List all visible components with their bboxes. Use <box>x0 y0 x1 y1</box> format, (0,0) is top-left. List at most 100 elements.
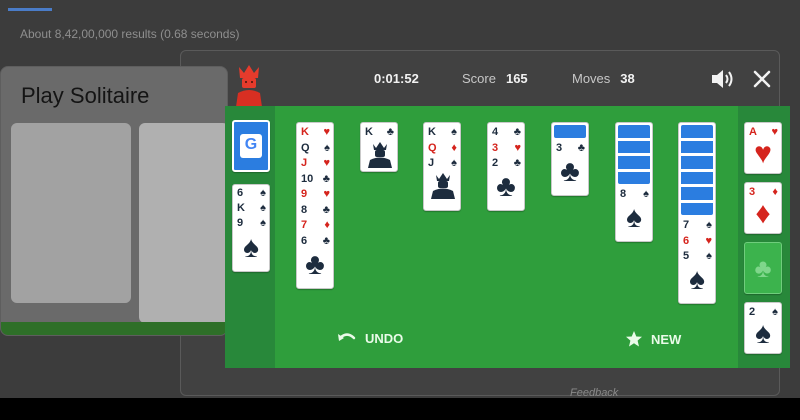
clubs-placeholder-icon: ♣ <box>754 253 772 283</box>
foundation-diamonds[interactable]: 3 ♦ ♦ <box>744 182 782 234</box>
card-divider <box>618 153 650 156</box>
undo-label: UNDO <box>365 330 404 346</box>
score-value: 165 <box>505 71 528 86</box>
clubs-suit-icon: ♣ <box>513 126 521 138</box>
facedown-cards <box>618 125 650 184</box>
spades-suit-icon: ♠ <box>643 188 649 200</box>
search-card-felt <box>1 322 227 335</box>
sound-toggle-icon[interactable] <box>709 66 735 92</box>
card-rank: 6 <box>237 187 244 199</box>
card-rank: 6 <box>683 234 690 247</box>
card-rank: 4 <box>492 126 499 138</box>
search-card-title: Play Solitaire <box>21 83 150 108</box>
card-illustration <box>11 123 131 303</box>
card-rank: 3 <box>749 186 756 198</box>
tableau-column-2[interactable]: K ♣ <box>360 122 398 172</box>
card-divider <box>681 153 713 156</box>
card-rank: 3 <box>492 141 499 154</box>
score-display: Score 165 <box>462 71 528 86</box>
clubs-suit-icon: ♣ <box>577 141 585 154</box>
card-illustration <box>139 123 227 323</box>
undo-button[interactable]: UNDO <box>337 330 403 346</box>
hearts-suit-icon: ♥ <box>323 188 330 200</box>
spades-suit-icon: ♠ <box>260 202 266 214</box>
close-icon[interactable] <box>749 66 775 92</box>
facedown-cards <box>681 125 713 215</box>
google-logo-icon: G <box>244 136 258 153</box>
jack-figure-icon <box>431 173 455 199</box>
tableau-column-4[interactable]: 4 ♣ 3 ♥ 2 ♣ ♣ <box>487 122 525 211</box>
spades-suit-icon: ♠ <box>260 187 266 199</box>
stock-pile[interactable]: G <box>232 120 270 172</box>
card-rank: 9 <box>301 188 308 200</box>
card-rank: K <box>237 202 245 214</box>
card-rank: 9 <box>237 217 244 229</box>
active-tab-underline <box>8 8 52 11</box>
spades-suit-icon: ♠ <box>324 141 330 154</box>
taskbar <box>0 398 800 420</box>
tableau-column-7[interactable]: 7 ♠ 6 ♥ 5 ♠ ♠ <box>678 122 716 304</box>
tableau-column-5[interactable]: 3 ♣ ♣ <box>551 122 589 196</box>
spades-icon: ♠ <box>689 263 705 296</box>
star-icon <box>626 331 642 347</box>
card-rank: Q <box>428 141 437 154</box>
diamonds-icon: ♦ <box>755 197 771 230</box>
spades-icon: ♠ <box>755 317 771 350</box>
card-divider <box>681 137 713 141</box>
card-divider <box>618 168 650 172</box>
tableau-column-3[interactable]: K ♠ Q ♦ J ♠ <box>423 122 461 211</box>
hearts-suit-icon: ♥ <box>705 234 712 247</box>
hearts-icon: ♥ <box>754 137 772 170</box>
card-rank: 7 <box>683 219 690 231</box>
spades-suit-icon: ♠ <box>260 217 266 229</box>
results-stats: About 8,42,00,000 results (0.68 seconds) <box>20 27 240 41</box>
clubs-suit-icon: ♣ <box>322 234 330 247</box>
score-label: Score <box>462 71 496 86</box>
clubs-suit-icon: ♣ <box>386 126 394 138</box>
spades-suit-icon: ♠ <box>451 126 457 138</box>
hearts-suit-icon: ♥ <box>514 141 521 154</box>
clubs-suit-icon: ♣ <box>322 172 330 185</box>
card-rank: 8 <box>301 203 308 216</box>
tableau-column-1[interactable]: K ♥ Q ♠ J ♥ 10 ♣ 9 ♥ 8 ♣ 7 ♦ 6 ♣ ♣ <box>296 122 334 289</box>
tableau-column-6[interactable]: 8 ♠ ♠ <box>615 122 653 242</box>
card-divider <box>618 137 650 141</box>
clubs-suit-icon: ♣ <box>513 157 521 169</box>
moves-display: Moves 38 <box>572 71 635 86</box>
facedown-cards <box>554 125 586 138</box>
clubs-icon: ♣ <box>496 170 516 203</box>
spades-suit-icon: ♠ <box>706 250 712 262</box>
solitaire-search-card[interactable]: Play Solitaire <box>0 66 228 336</box>
foundation-hearts[interactable]: A ♥ ♥ <box>744 122 782 174</box>
spades-suit-icon: ♠ <box>706 219 712 231</box>
card-rank: 3 <box>556 141 563 154</box>
card-rank: K <box>365 126 373 138</box>
hearts-suit-icon: ♥ <box>771 126 778 138</box>
undo-icon <box>338 333 356 341</box>
card-rank: 7 <box>301 219 308 231</box>
waste-card-stack[interactable]: 6 ♠ K ♠ 9 ♠ ♠ <box>232 184 270 272</box>
google-logo-tile: G <box>240 134 262 158</box>
game-toolbar: 0:01:52 Score 165 Moves 38 <box>225 58 790 107</box>
card-rank: 5 <box>683 250 690 262</box>
new-label: NEW <box>651 331 682 347</box>
moves-value: 38 <box>620 71 635 86</box>
card-divider <box>681 199 713 203</box>
king-avatar-icon <box>236 65 262 107</box>
foundation-clubs[interactable]: ♣ <box>744 242 782 294</box>
diamonds-suit-icon: ♦ <box>772 186 778 198</box>
card-rank: 10 <box>301 172 314 185</box>
card-rank: J <box>301 157 308 169</box>
spades-suit-icon: ♠ <box>772 306 778 318</box>
card-rank: Q <box>301 141 310 154</box>
moves-label: Moves <box>572 71 611 86</box>
clubs-icon: ♣ <box>560 154 580 188</box>
king-figure-icon <box>368 142 392 168</box>
game-board: G 6 ♠ K ♠ 9 ♠ ♠ K ♥ Q ♠ J ♥ 10 ♣ 9 ♥ 8 ♣ 7 ♦ 6 ♣ ♣ K ♣ K ♠ Q ♦ J ♠ 4 ♣ 3 ♥… <box>225 106 790 368</box>
card-rank: 6 <box>301 234 308 247</box>
foundation-spades[interactable]: 2 ♠ ♠ <box>744 302 782 354</box>
clubs-suit-icon: ♣ <box>322 203 330 216</box>
clubs-icon: ♣ <box>305 247 325 281</box>
spades-icon: ♠ <box>243 231 259 264</box>
new-game-button[interactable]: NEW <box>625 330 681 348</box>
